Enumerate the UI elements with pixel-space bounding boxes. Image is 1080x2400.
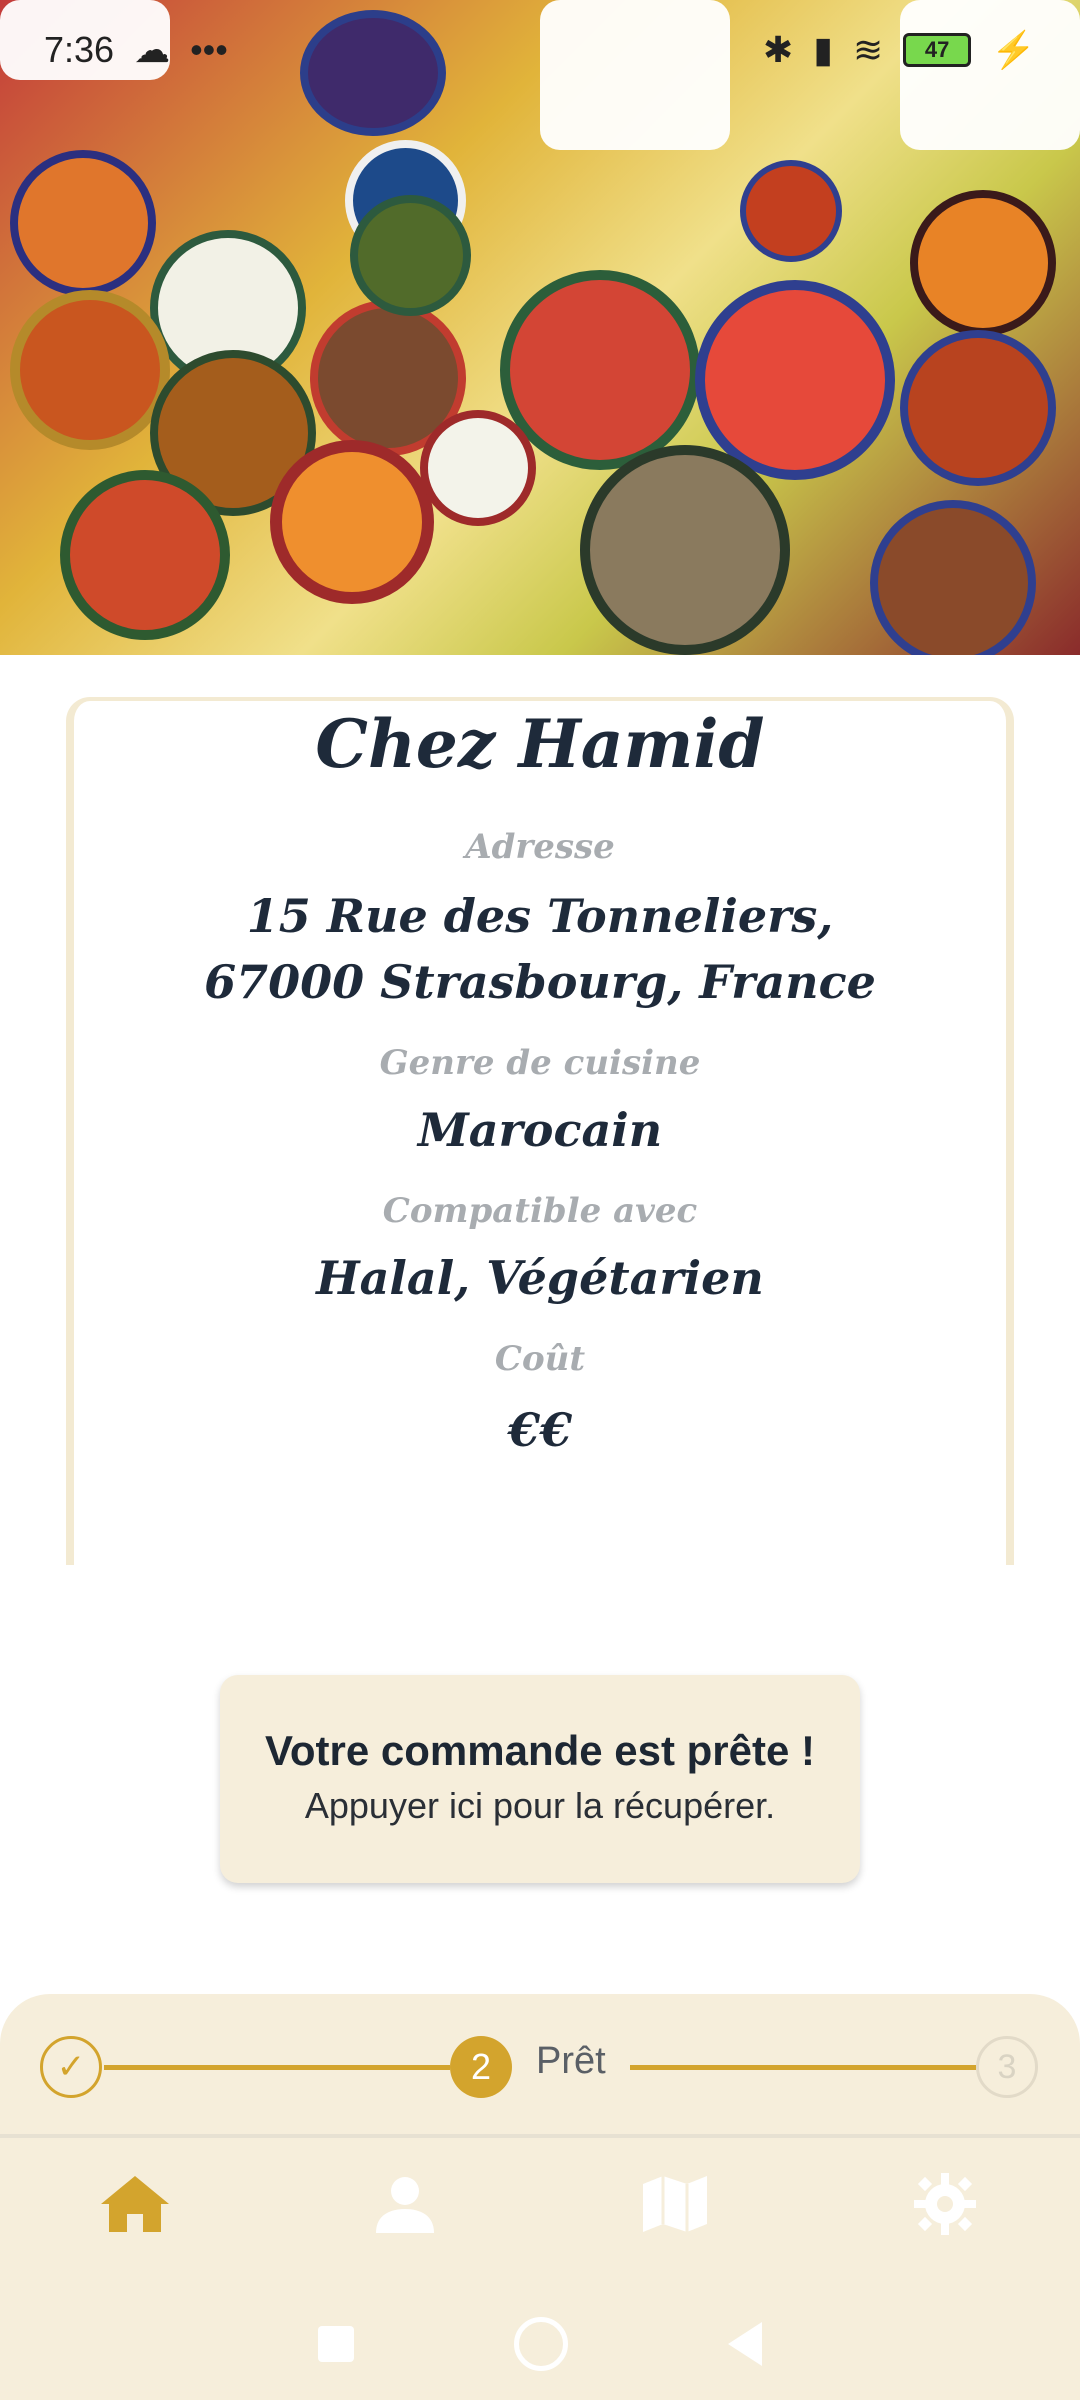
step-3-circle: 3	[976, 2036, 1038, 2098]
bluetooth-icon: ✱	[763, 29, 794, 70]
cost-label: Coût	[494, 1339, 586, 1379]
nav-profile[interactable]	[345, 2154, 465, 2254]
step-2-circle: 2	[450, 2036, 512, 2098]
back-button[interactable]	[728, 2322, 762, 2366]
battery-icon: 47	[903, 33, 972, 67]
charging-icon: ⚡	[991, 29, 1036, 70]
order-ready-button[interactable]: Votre commande est prête ! Appuyer ici p…	[220, 1675, 860, 1883]
map-icon	[643, 2176, 707, 2232]
compatibility-value: Halal, Végétarien	[316, 1251, 764, 1305]
signal-icon: ▮	[813, 29, 833, 70]
status-bar: 7:36 ☁ ••• ✱ ▮ ≋ 47 ⚡	[0, 0, 1080, 100]
cuisine-label: Genre de cuisine	[379, 1043, 701, 1083]
restaurant-name: Chez Hamid	[315, 705, 765, 783]
restaurant-hero-image: 7:36 ☁ ••• ✱ ▮ ≋ 47 ⚡	[0, 0, 1080, 655]
divider	[0, 2134, 1080, 2138]
nav-map[interactable]	[615, 2154, 735, 2254]
restaurant-info-card: Chez Hamid Adresse 15 Rue des Tonneliers…	[66, 697, 1014, 1565]
wifi-icon: ≋	[853, 29, 884, 70]
nav-home[interactable]	[75, 2154, 195, 2254]
step-2-label: Prêt	[536, 2040, 606, 2082]
cost-value: €€	[507, 1403, 572, 1457]
progress-line-done	[104, 2065, 450, 2070]
address-line2: 67000 Strasbourg, France	[204, 955, 876, 1009]
address-line1: 15 Rue des Tonneliers,	[246, 889, 834, 943]
status-time: 7:36	[44, 29, 115, 70]
cuisine-value: Marocain	[417, 1103, 663, 1157]
more-icon: •••	[190, 29, 228, 70]
home-icon	[101, 2176, 169, 2232]
order-ready-subtitle: Appuyer ici pour la récupérer.	[304, 1785, 776, 1826]
address-label: Adresse	[465, 827, 615, 867]
bottom-navigation	[0, 2144, 1080, 2264]
bottom-sheet: ✓ 2 Prêt 3	[0, 1994, 1080, 2400]
order-ready-title: Votre commande est prête !	[264, 1727, 816, 1774]
cloud-icon: ☁	[134, 29, 171, 70]
settings-icon	[914, 2173, 976, 2235]
recent-apps-button[interactable]	[318, 2326, 354, 2362]
compatibility-label: Compatible avec	[382, 1191, 698, 1231]
home-button[interactable]	[514, 2317, 568, 2371]
check-icon: ✓	[40, 2036, 102, 2098]
progress-line-next	[630, 2065, 976, 2070]
order-progress-stepper: ✓ 2 Prêt 3	[0, 1994, 1080, 2134]
system-navigation-bar	[0, 2294, 1080, 2394]
nav-settings[interactable]	[885, 2154, 1005, 2254]
profile-icon	[376, 2177, 434, 2233]
